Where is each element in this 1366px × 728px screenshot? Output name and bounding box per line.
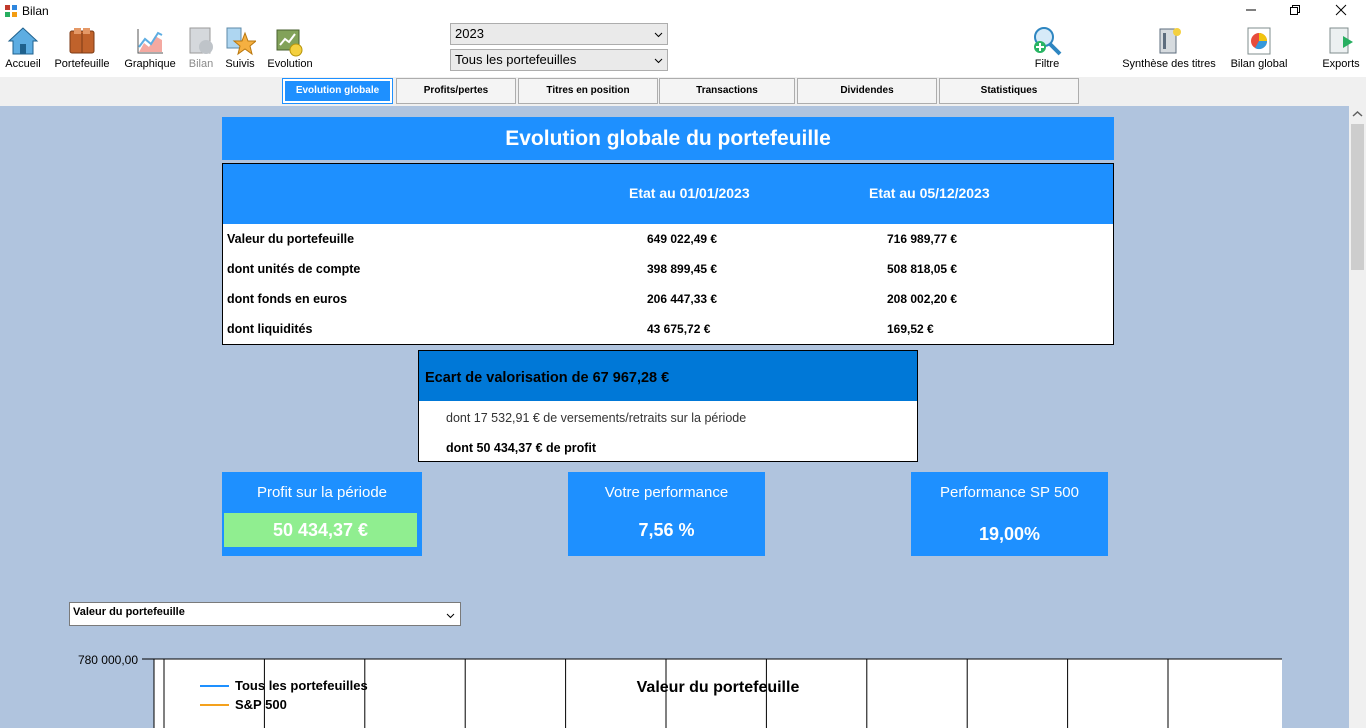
kpi-profit-value: 50 434,37 € <box>224 513 417 547</box>
toolbar-label: Bilan global <box>1230 58 1288 70</box>
toolbar-graphique-button[interactable]: Graphique <box>121 23 179 77</box>
chevron-down-icon <box>446 613 455 619</box>
toolbar-label: Graphique <box>124 58 176 70</box>
toolbar-bilan-global-button[interactable]: Bilan global <box>1226 23 1292 77</box>
ecart-versements: dont 17 532,91 € de versements/retraits … <box>446 411 747 425</box>
toolbar-label: Exports <box>1322 58 1360 70</box>
toolbar-synthese-button[interactable]: Synthèse des titres <box>1119 23 1219 77</box>
ecart-panel: Ecart de valorisation de 67 967,28 € don… <box>418 350 918 462</box>
toolbar-filtre-button[interactable]: Filtre <box>1027 23 1067 77</box>
report-icon <box>189 27 213 54</box>
tab-evolution-globale[interactable]: Evolution globale <box>282 78 393 104</box>
star-icon <box>226 27 256 56</box>
row-value-end: 169,52 € <box>887 322 934 336</box>
chart-legend-label: Tous les portefeuilles <box>235 678 368 693</box>
row-value-start: 43 675,72 € <box>647 322 711 336</box>
vertical-scrollbar[interactable] <box>1349 106 1366 728</box>
kpi-sp500-title: Performance SP 500 <box>940 484 1079 501</box>
toolbar-suivis-button[interactable]: Suivis <box>222 23 258 77</box>
chart-series-select-value: Valeur du portefeuille <box>73 606 185 618</box>
tab-dividendes[interactable]: Dividendes <box>797 78 937 104</box>
ecart-profit: dont 50 434,37 € de profit <box>446 441 597 455</box>
toolbar-label: Synthèse des titres <box>1122 58 1216 70</box>
tab-statistiques[interactable]: Statistiques <box>939 78 1079 104</box>
portfolio-icon <box>69 28 95 54</box>
row-value-start: 398 899,45 € <box>647 262 718 276</box>
home-icon <box>7 27 39 55</box>
row-label: dont unités de compte <box>227 262 361 276</box>
toolbar-evolution-button[interactable]: Evolution <box>263 23 317 77</box>
toolbar-exports-button[interactable]: Exports <box>1319 23 1363 77</box>
evolution-title: Evolution globale du portefeuille <box>222 117 1114 160</box>
row-label: dont liquidités <box>227 322 313 336</box>
chart-title: Valeur du portefeuille <box>637 679 800 696</box>
toolbar-label: Accueil <box>5 58 41 70</box>
column-header-end: Etat au 05/12/2023 <box>869 185 990 201</box>
row-value-end: 508 818,05 € <box>887 262 958 276</box>
search-filter-icon <box>1034 27 1062 56</box>
global-report-icon <box>1247 27 1271 55</box>
row-value-start: 649 022,49 € <box>647 232 718 246</box>
ecart-title: Ecart de valorisation de 67 967,28 € <box>419 351 917 401</box>
app-icon <box>5 5 17 17</box>
kpi-profit-title: Profit sur la période <box>256 484 388 501</box>
toolbar-label: Filtre <box>1034 58 1060 70</box>
restore-button[interactable] <box>1272 0 1318 23</box>
kpi-sp500-card: Performance SP 500 19,00% <box>911 472 1108 556</box>
tab-titres-en-position[interactable]: Titres en position <box>518 78 658 104</box>
toolbar-portefeuille-button[interactable]: Portefeuille <box>51 23 113 77</box>
close-icon <box>1335 4 1347 16</box>
chevron-down-icon <box>654 58 663 64</box>
chart-icon <box>137 29 163 54</box>
portfolio-select-value: Tous les portefeuilles <box>455 52 577 67</box>
export-icon <box>1329 27 1353 54</box>
year-select[interactable]: 2023 <box>450 23 668 45</box>
restore-icon <box>1290 5 1300 15</box>
content-area: Evolution globale du portefeuille Etat a… <box>0 106 1349 728</box>
chart-series-select[interactable]: Valeur du portefeuille <box>69 602 461 626</box>
tab-profits-pertes[interactable]: Profits/pertes <box>396 78 516 104</box>
summary-icon <box>1159 28 1181 54</box>
kpi-performance-card: Votre performance 7,56 % <box>568 472 765 556</box>
row-label: Valeur du portefeuille <box>227 232 355 246</box>
title-bar: Bilan <box>0 0 1366 23</box>
portfolio-select[interactable]: Tous les portefeuilles <box>450 49 668 71</box>
portfolio-chart: 780 000,00 Valeur du portefeuille Tous les… <box>78 653 1282 728</box>
row-label: dont fonds en euros <box>227 292 348 306</box>
window-title: Bilan <box>22 4 49 18</box>
chart-y-tick-label: 780 000,00 <box>78 653 138 667</box>
toolbar-bilan-button[interactable]: Bilan <box>184 23 218 77</box>
tab-transactions[interactable]: Transactions <box>659 78 795 104</box>
toolbar-accueil-button[interactable]: Accueil <box>3 23 43 77</box>
kpi-performance-value: 7,56 % <box>638 520 695 540</box>
table-header: Etat au 01/01/2023 Etat au 05/12/2023 <box>223 164 1113 224</box>
evolution-icon <box>276 29 303 57</box>
minimize-button[interactable] <box>1228 0 1274 23</box>
chart-legend-label: S&P 500 <box>235 697 287 712</box>
year-select-value: 2023 <box>455 26 484 41</box>
table-row: dont liquidités 43 675,72 € 169,52 € <box>223 314 1113 344</box>
row-value-end: 716 989,77 € <box>887 232 958 246</box>
toolbar: Accueil Portefeuille Graphique Bilan Sui… <box>0 23 1366 77</box>
table-row: Valeur du portefeuille 649 022,49 € 716 … <box>223 224 1113 254</box>
scrollbar-thumb[interactable] <box>1351 124 1364 270</box>
kpi-profit-card: Profit sur la période 50 434,37 € <box>222 472 422 556</box>
close-button[interactable] <box>1318 0 1364 23</box>
column-header-start: Etat au 01/01/2023 <box>629 185 750 201</box>
table-row: dont fonds en euros 206 447,33 € 208 002… <box>223 284 1113 314</box>
kpi-performance-title: Votre performance <box>604 484 729 501</box>
toolbar-label: Evolution <box>267 58 313 70</box>
tab-strip: Evolution globale Profits/pertes Titres … <box>0 77 1366 106</box>
table-row: dont unités de compte 398 899,45 € 508 8… <box>223 254 1113 284</box>
toolbar-label: Portefeuille <box>54 58 110 70</box>
toolbar-label: Bilan <box>188 58 214 70</box>
scroll-up-icon[interactable] <box>1349 108 1366 120</box>
kpi-sp500-value: 19,00% <box>978 524 1041 544</box>
chevron-down-icon <box>654 32 663 38</box>
row-value-start: 206 447,33 € <box>647 292 718 306</box>
evolution-table: Etat au 01/01/2023 Etat au 05/12/2023 Va… <box>222 163 1114 345</box>
row-value-end: 208 002,20 € <box>887 292 958 306</box>
toolbar-label: Suivis <box>225 58 255 70</box>
minimize-icon <box>1246 9 1256 11</box>
